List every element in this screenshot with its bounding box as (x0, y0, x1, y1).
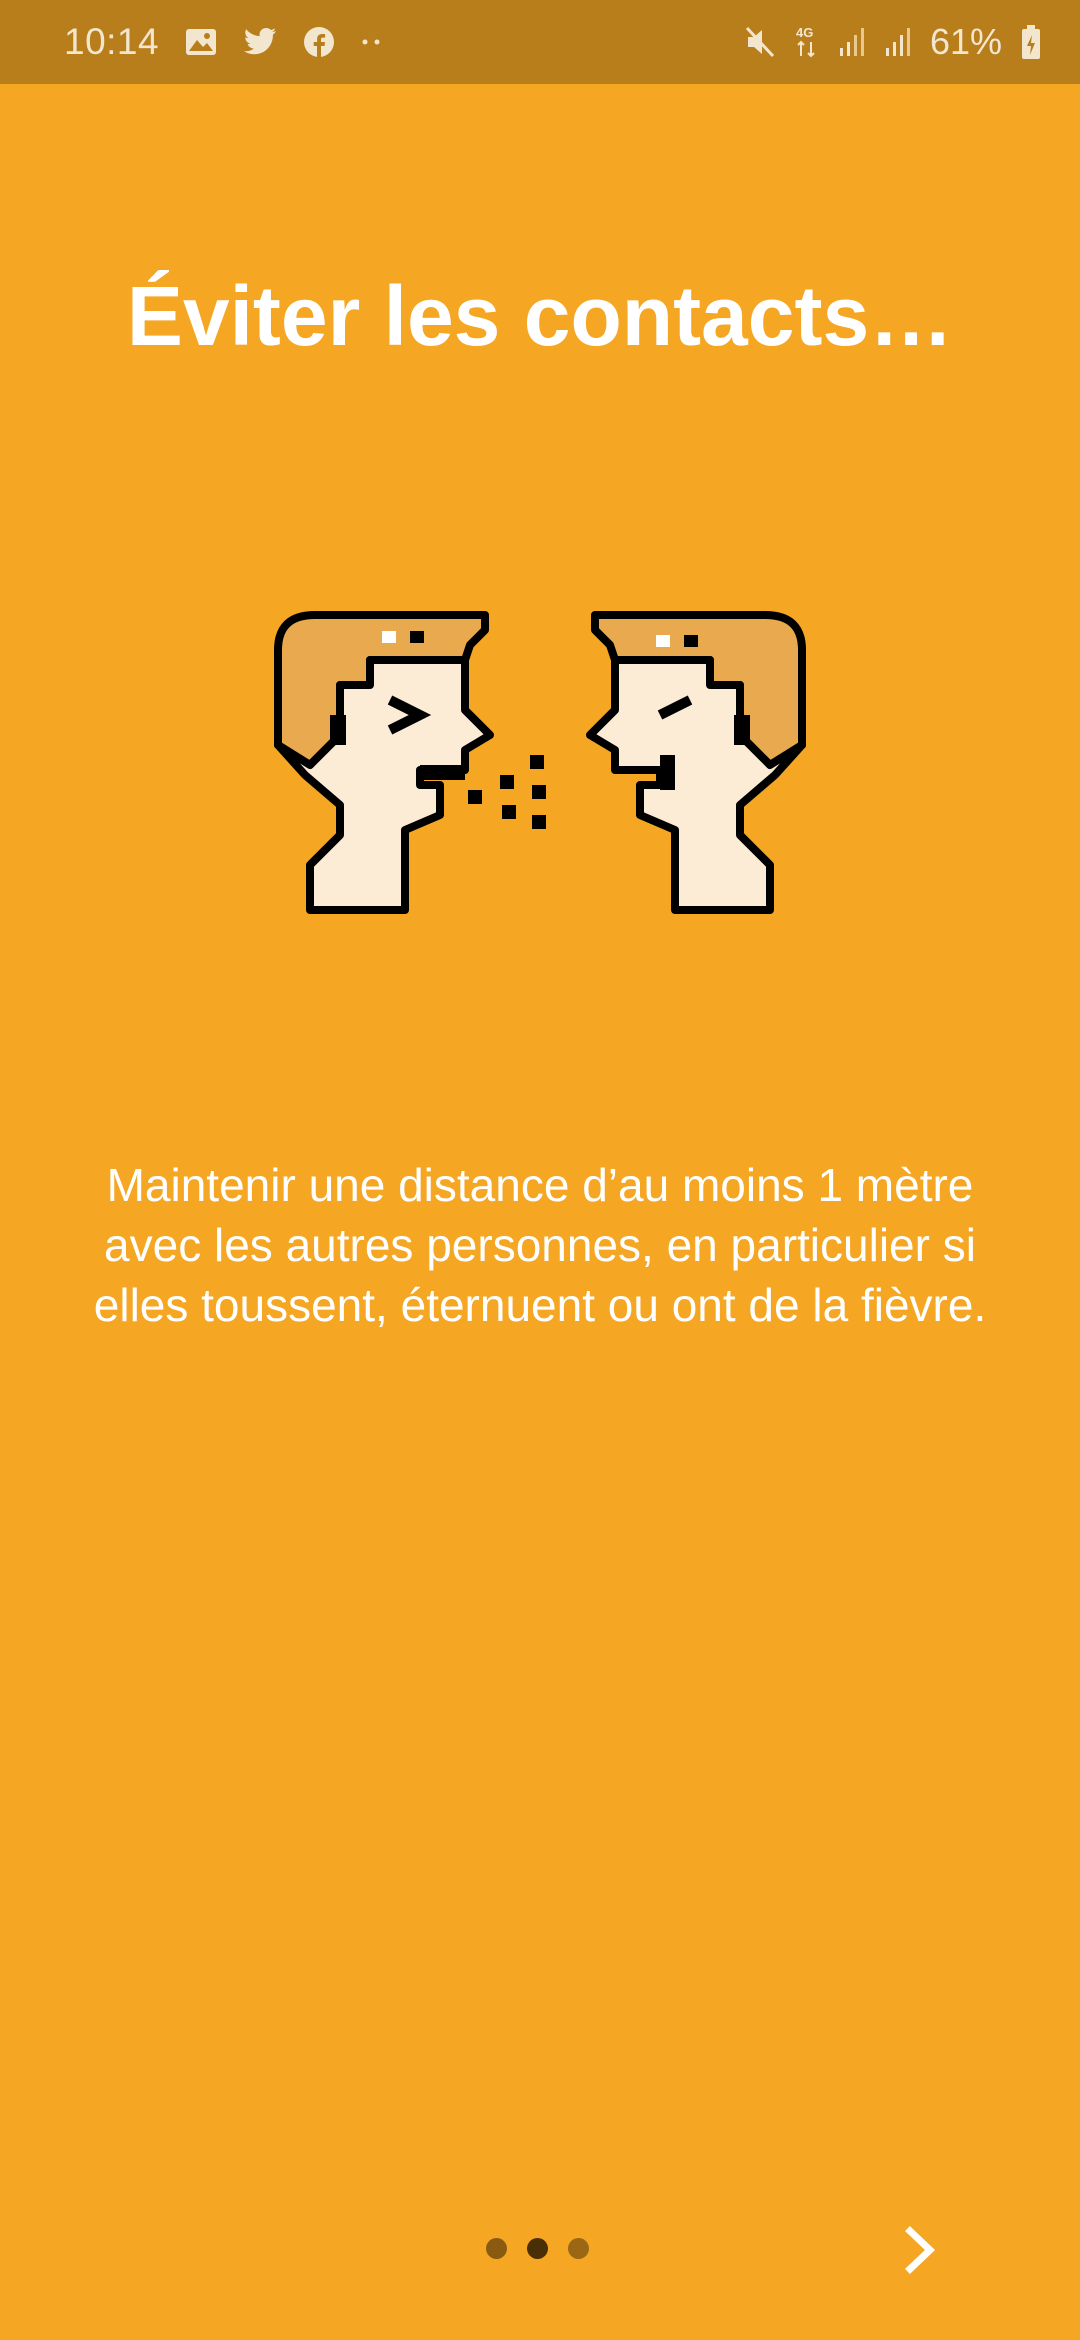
page-title: Éviter les contacts… (126, 269, 954, 363)
sneeze-particles-icon (468, 755, 546, 829)
facebook-icon (303, 26, 335, 58)
svg-text:4G: 4G (796, 25, 813, 40)
signal-icon (884, 26, 912, 58)
more-dots-icon (361, 37, 383, 47)
status-right: 4G 61% (744, 0, 1042, 84)
mute-icon (744, 25, 776, 59)
page-dot-1[interactable] (486, 2238, 507, 2259)
status-time: 10:14 (64, 21, 160, 62)
signal-icon (838, 26, 866, 58)
twitter-icon (243, 27, 277, 57)
battery-percent: 61% (929, 21, 1002, 62)
page-indicator (486, 2238, 589, 2259)
gallery-icon (185, 27, 217, 57)
page-dot-2[interactable] (527, 2238, 548, 2259)
network-4g-icon: 4G (794, 24, 820, 60)
description-text: Maintenir une distance d’au moins 1 mètr… (93, 1159, 987, 1331)
left-head-icon (274, 611, 494, 914)
chevron-right-icon (905, 2226, 936, 2274)
next-button[interactable] (885, 2215, 955, 2285)
status-bar: 10:14 4G 61% (0, 0, 1080, 84)
page-dot-3[interactable] (568, 2238, 589, 2259)
two-heads-sneeze-icon (270, 605, 810, 915)
battery-charging-icon (1020, 24, 1042, 60)
status-left: 10:14 (64, 0, 383, 84)
right-head-icon (586, 611, 806, 914)
